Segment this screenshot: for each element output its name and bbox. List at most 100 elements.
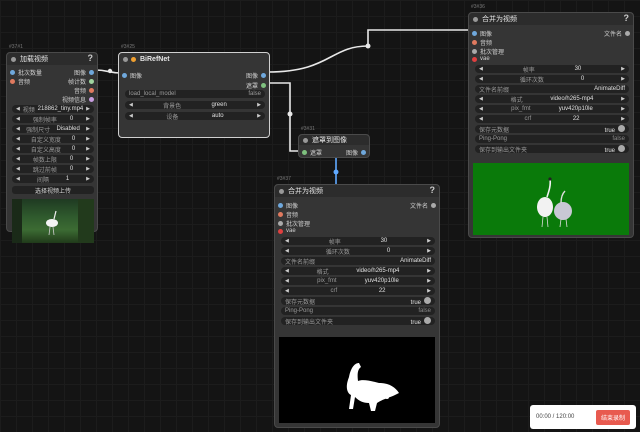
widget-filename-prefix[interactable]: 文件名前缀 AnimateDiff [281, 257, 435, 266]
input-port-image[interactable]: 图像 [472, 29, 492, 38]
port-label: 批次管理 [480, 50, 505, 56]
widget-label: pix_fmt [511, 106, 531, 112]
input-port-vae[interactable]: vae [278, 228, 296, 234]
widget-label: crf [524, 116, 532, 122]
widget-loop-count[interactable]: ◀ 循环次数 0 ▶ [475, 75, 629, 84]
toggle-save-metadata[interactable]: 保存元数据 true [281, 296, 435, 306]
status-icon [131, 56, 136, 62]
widget-load-local-model[interactable]: load_local_model false [125, 90, 265, 98]
green-video-preview [473, 163, 629, 235]
toggle-save-output[interactable]: 保存到输出文件夹 true [281, 316, 435, 326]
collapse-dot-icon[interactable] [279, 188, 284, 194]
widget-value: 0 [71, 136, 76, 142]
widget-value: 22 [378, 288, 386, 294]
input-port-vae[interactable]: vae [472, 56, 490, 62]
node-header[interactable]: 合并为视频 [469, 13, 633, 25]
widget-force-rate[interactable]: ◀ 强制帧率 0 ▶ [12, 115, 94, 124]
node-header[interactable]: BiRefNet [119, 53, 269, 65]
widget-frame-rate[interactable]: ◀ 帧率 30 ▶ [475, 65, 629, 74]
mask-to-image-node[interactable]: #3#31 遮罩到图像 遮罩 图像 [298, 126, 370, 158]
toggle-save-metadata[interactable]: 保存元数据 true [475, 124, 629, 134]
input-port-audio[interactable]: 音频 [278, 210, 298, 219]
toggle-save-output[interactable]: 保存到输出文件夹 true [475, 144, 629, 154]
node-title: 遮罩到图像 [312, 137, 347, 144]
help-icon[interactable]: ? [624, 13, 630, 23]
port-dot-icon [472, 49, 477, 54]
widget-format[interactable]: ◀ 格式 video/h265-mp4 ▶ [475, 95, 629, 104]
output-port-batch[interactable]: 批次数量 [10, 68, 42, 77]
output-video-info[interactable]: 视频信息 [62, 95, 94, 104]
output-port-image[interactable]: 图像 [346, 148, 366, 157]
widget-value: 0 [69, 156, 74, 162]
port-label: 帧计数 [67, 80, 86, 86]
output-audio[interactable]: 音频 [74, 86, 94, 95]
help-icon[interactable]: ? [88, 53, 94, 63]
widget-custom-height[interactable]: ◀ 自定义高度 0 ▶ [12, 145, 94, 154]
widget-device[interactable]: ◀ 设备 auto ▶ [125, 112, 265, 121]
collapse-dot-icon[interactable] [11, 56, 16, 62]
widget-force-size[interactable]: ◀ 强制尺寸 Disabled ▶ [12, 125, 94, 134]
collapse-dot-icon[interactable] [473, 16, 478, 22]
widget-video[interactable]: ◀ 视频 218862_tiny.mp4 ▶ [12, 105, 94, 114]
port-label: 视频信息 [61, 98, 86, 104]
widget-filename-prefix[interactable]: 文件名前缀 AnimateDiff [475, 85, 629, 94]
widget-label: crf [330, 288, 338, 294]
output-port-filename[interactable]: 文件名 [604, 29, 630, 38]
output-port-filename[interactable]: 文件名 [410, 201, 436, 210]
widget-frame-rate[interactable]: ◀ 帧率 30 ▶ [281, 237, 435, 246]
collapse-dot-icon[interactable] [303, 137, 308, 143]
collapse-dot-icon[interactable] [123, 56, 128, 62]
widget-value: 30 [574, 66, 582, 72]
help-icon[interactable]: ? [430, 185, 436, 195]
widget-label: 自定义宽度 [30, 137, 61, 144]
input-port-mask[interactable]: 遮罩 [302, 148, 322, 157]
widget-background-color[interactable]: ◀ 背景色 green ▶ [125, 101, 265, 110]
load-video-node[interactable]: #37#1 加载视频 ? 批次数量 音频 图像 帧计数 音频 视频信息 ◀ 视频 2… [6, 44, 98, 243]
widget-pix-fmt[interactable]: ◀ pix_fmt yuv420p10le ▶ [475, 105, 629, 113]
port-label: 文件名 [409, 204, 428, 210]
video-combine-node-bottom[interactable]: #3#37 合并为视频 ? 图像 音频 批次管理 vae 文件名 ◀ 帧率 30 ▶ … [274, 176, 440, 428]
widget-frame-cap[interactable]: ◀ 帧数上限 0 ▶ [12, 155, 94, 164]
node-header[interactable]: 合并为视频 [275, 185, 439, 197]
node-title: 合并为视频 [482, 16, 517, 23]
widget-interval[interactable]: ◀ 间隔 1 ▶ [12, 175, 94, 184]
port-dot-icon [89, 70, 94, 75]
widget-skip-frames[interactable]: ◀ 跳过前帧 0 ▶ [12, 165, 94, 174]
output-port-audio[interactable]: 音频 [10, 77, 30, 86]
toggle-ping-pong[interactable]: Ping-Pong false [475, 135, 629, 143]
input-port-batch[interactable]: 批次管理 [278, 219, 310, 228]
output-frame-count[interactable]: 帧计数 [68, 77, 94, 86]
widget-label: Ping-Pong [479, 136, 508, 142]
widget-label: 间隔 [36, 177, 49, 184]
node-id: #3#37 [277, 176, 291, 182]
toggle-ping-pong[interactable]: Ping-Pong false [281, 307, 435, 315]
widget-label: 视频 [22, 107, 35, 114]
widget-crf[interactable]: ◀ crf 22 ▶ [475, 115, 629, 123]
output-port-image[interactable]: 图像 [246, 71, 266, 80]
widget-custom-width[interactable]: ◀ 自定义宽度 0 ▶ [12, 135, 94, 144]
output-port-mask[interactable]: 遮罩 [246, 81, 266, 90]
widget-loop-count[interactable]: ◀ 循环次数 0 ▶ [281, 247, 435, 256]
node-header[interactable]: 加载视频 [7, 53, 97, 65]
input-port-image[interactable]: 图像 [122, 71, 142, 80]
screen-recorder-panel: 00:00 / 120:00 结束录制 [530, 405, 636, 429]
port-dot-icon [278, 212, 283, 217]
recording-time: 00:00 / 120:00 [536, 414, 575, 420]
toggle-knob-icon [618, 124, 625, 132]
port-dot-icon [472, 40, 477, 45]
widget-label: 保存到输出文件夹 [479, 147, 528, 154]
input-port-audio[interactable]: 音频 [472, 38, 492, 47]
stop-recording-button[interactable]: 结束录制 [595, 409, 630, 425]
widget-value: video/h265-mp4 [550, 96, 594, 102]
port-label: 批次管理 [286, 222, 311, 228]
output-image[interactable]: 图像 [74, 68, 94, 77]
widget-format[interactable]: ◀ 格式 video/h265-mp4 ▶ [281, 267, 435, 276]
birefnet-node[interactable]: #3#25 BiRefNet 图像 图像 遮罩 load_local_model… [118, 44, 270, 138]
input-port-image[interactable]: 图像 [278, 201, 298, 210]
node-header[interactable]: 遮罩到图像 [299, 135, 369, 145]
input-port-batch[interactable]: 批次管理 [472, 47, 504, 56]
widget-crf[interactable]: ◀ crf 22 ▶ [281, 287, 435, 295]
video-combine-node-top[interactable]: #3#36 合并为视频 ? 图像 音频 批次管理 vae 文件名 ◀ 帧率 30 ▶ … [468, 4, 634, 238]
upload-video-button[interactable]: 选择视频上传 [12, 186, 94, 195]
widget-pix-fmt[interactable]: ◀ pix_fmt yuv420p10le ▶ [281, 277, 435, 285]
